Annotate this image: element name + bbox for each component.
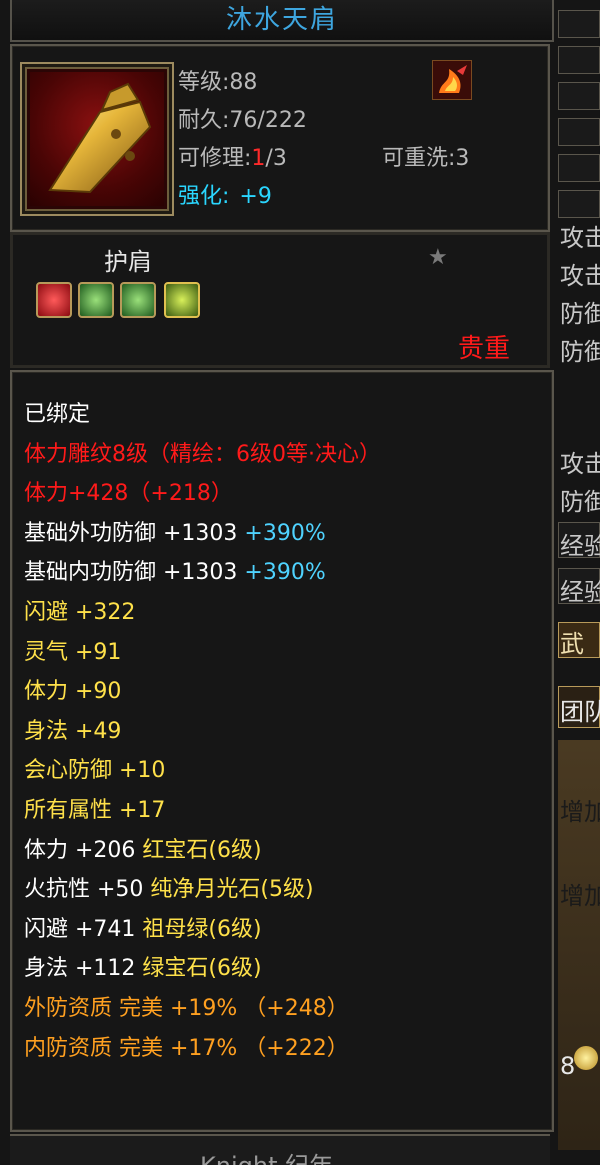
attribute-row: 基础外功防御 +1303 +390% — [24, 515, 326, 547]
rarity-label: 贵重 — [458, 334, 511, 364]
attribute-extra: 红宝石(6级) — [135, 837, 262, 863]
attribute-text: 身法 +112 — [24, 956, 136, 982]
side-label: 增加 — [560, 798, 600, 826]
favorite-star-icon[interactable]: ★ — [428, 245, 448, 270]
attribute-row: 体力+428（+218） — [24, 475, 233, 507]
side-label: 攻击 — [560, 224, 600, 252]
attribute-text: 体力 +206 — [24, 837, 136, 863]
side-label: 增加 — [560, 882, 600, 910]
green-gem-icon — [78, 282, 114, 318]
attribute-text: 身法 +49 — [24, 718, 122, 744]
item-slot: 护肩 — [104, 248, 152, 276]
attribute-row: 身法 +49 — [24, 713, 121, 745]
item-rewash: 可重洗:3 — [382, 146, 470, 171]
repair-used: 1 — [251, 146, 266, 171]
attribute-row: 体力 +90 — [24, 673, 121, 705]
attribute-row: 内防资质 完美 +17% （+222） — [24, 1030, 349, 1062]
side-label: 防御 — [560, 488, 600, 516]
item-level: 等级:88 — [178, 70, 258, 95]
attribute-row: 灵气 +91 — [24, 634, 121, 666]
red-gem-icon — [36, 282, 72, 318]
side-field — [558, 46, 600, 74]
attribute-text: 闪避 +322 — [24, 600, 136, 625]
item-tooltip: 沐水天肩 等级:88 耐久:76/222 可修理:1/3 可重洗:3 强化: +… — [0, 0, 558, 1165]
attribute-row: 体力雕纹8级（精绘：6级0等·决心） — [24, 436, 381, 468]
attribute-row: 闪避 +322 — [24, 594, 135, 626]
side-label: 防御 — [560, 338, 600, 366]
side-label: 攻击 — [560, 450, 600, 478]
attribute-text: 灵气 +91 — [24, 639, 122, 665]
side-label: 武 — [560, 630, 584, 658]
enhance-label: 强化: — [178, 184, 230, 209]
flame-badge-icon — [432, 60, 472, 100]
footer-text: Knight 纪年 — [200, 1146, 333, 1165]
attribute-text: 会心防御 +10 — [24, 758, 166, 784]
side-label: 防御 — [560, 300, 600, 328]
item-name: 沐水天肩 — [225, 5, 338, 35]
attribute-text: 基础内功防御 +1303 — [24, 560, 238, 586]
attribute-text: 内防资质 完美 +17% （+222） — [24, 1035, 349, 1061]
item-enhance: 强化: +9 — [178, 178, 272, 210]
attribute-extra: +390% — [237, 560, 326, 586]
attribute-row: 火抗性 +50 纯净月光石(5级) — [24, 871, 314, 903]
attribute-row: 会心防御 +10 — [24, 752, 165, 784]
attribute-text: 体力+428（+218） — [24, 481, 233, 507]
attribute-text: 外防资质 完美 +19% （+248） — [24, 996, 349, 1021]
attribute-row: 基础内功防御 +1303 +390% — [24, 554, 326, 586]
side-field — [558, 154, 600, 182]
attribute-text: 体力 +90 — [24, 679, 122, 705]
side-field — [558, 118, 600, 146]
side-field — [558, 82, 600, 110]
enhance-value: +9 — [239, 184, 272, 209]
side-field — [558, 190, 600, 218]
yellowgreen-gem-icon — [164, 282, 200, 318]
item-title-bar: 沐水天肩 — [10, 0, 554, 42]
attribute-extra: 纯净月光石(5级) — [143, 877, 314, 903]
attribute-row: 外防资质 完美 +19% （+248） — [24, 990, 349, 1022]
side-label: 攻击 — [560, 262, 600, 290]
side-field — [558, 10, 600, 38]
attribute-row: 已绑定 — [24, 396, 90, 428]
attribute-extra: 祖母绿(6级) — [135, 916, 262, 942]
attribute-text: 基础外功防御 +1303 — [24, 520, 238, 546]
shoulder-armor-icon — [30, 72, 164, 206]
item-icon-frame[interactable] — [20, 62, 174, 216]
attribute-row: 所有属性 +17 — [24, 792, 165, 824]
attribute-extra: +390% — [237, 520, 326, 546]
repair-total: /3 — [265, 146, 287, 171]
attribute-extra: 绿宝石(6级) — [135, 956, 262, 982]
attribute-text: 体力雕纹8级（精绘：6级0等·决心） — [24, 441, 381, 467]
item-repair: 可修理:1/3 — [178, 140, 287, 172]
side-label: 经验 — [560, 578, 600, 606]
background-side-panel: 攻击 攻击 防御 防御 攻击 防御 经验 经验 武 团队 增加 增加 8 — [556, 0, 600, 1163]
attribute-row: 身法 +112 绿宝石(6级) — [24, 950, 262, 982]
side-label: 团队 — [560, 698, 600, 726]
item-durability: 耐久:76/222 — [178, 108, 307, 133]
attribute-text: 已绑定 — [24, 402, 91, 427]
footer-bar: Knight 纪年 — [10, 1134, 550, 1165]
attribute-row: 闪避 +741 祖母绿(6级) — [24, 911, 262, 943]
repair-label: 可修理: — [178, 146, 252, 171]
attribute-text: 所有属性 +17 — [24, 798, 166, 823]
coin-icon — [574, 1046, 598, 1070]
side-label: 经验 — [560, 532, 600, 560]
attribute-text: 火抗性 +50 — [24, 877, 144, 903]
green-gem-icon — [120, 282, 156, 318]
attribute-text: 闪避 +741 — [24, 916, 136, 942]
attribute-row: 体力 +206 红宝石(6级) — [24, 832, 262, 864]
